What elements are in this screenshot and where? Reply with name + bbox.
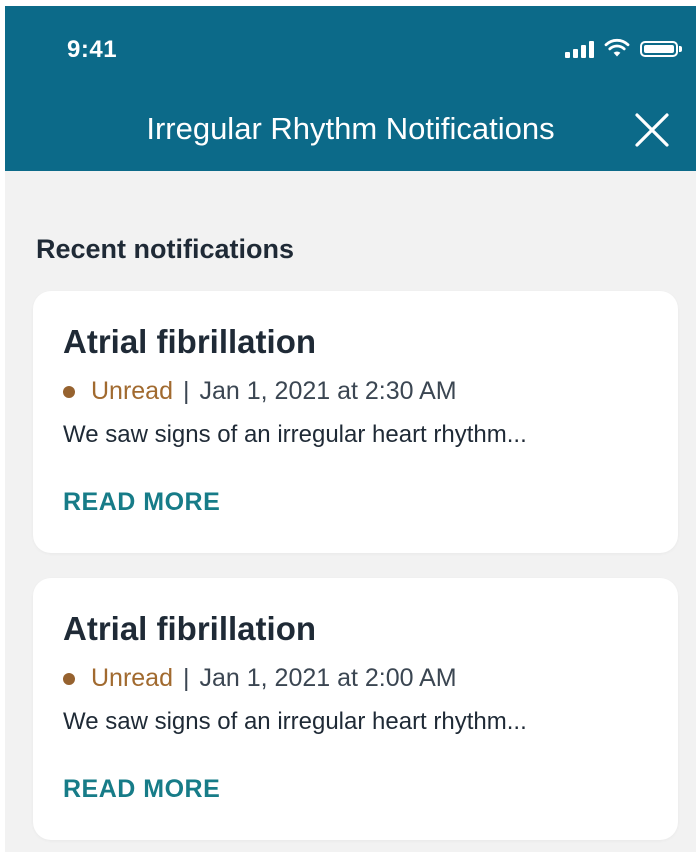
wifi-icon: [604, 38, 630, 57]
unread-status: Unread: [91, 664, 173, 692]
notification-timestamp: Jan 1, 2021 at 2:30 AM: [199, 377, 457, 405]
page-title: Irregular Rhythm Notifications: [146, 111, 555, 146]
app-screen: 9:41 Irregular Rhythm Notifications Rece…: [5, 6, 696, 852]
notification-timestamp: Jan 1, 2021 at 2:00 AM: [199, 664, 457, 692]
notification-title: Atrial fibrillation: [63, 610, 317, 647]
notification-preview: We saw signs of an irregular heart rhyth…: [63, 421, 527, 448]
unread-dot-icon: [63, 672, 75, 685]
notification-title: Atrial fibrillation: [63, 323, 317, 360]
notification-meta: Unread | Jan 1, 2021 at 2:00 AM: [63, 664, 457, 693]
read-more-link[interactable]: READ MORE: [63, 488, 220, 517]
status-icons: [565, 38, 682, 58]
meta-separator: |: [183, 664, 190, 692]
notification-meta: Unread | Jan 1, 2021 at 2:30 AM: [63, 377, 457, 406]
section-title: Recent notifications: [36, 234, 295, 264]
read-more-link[interactable]: READ MORE: [63, 775, 220, 804]
battery-icon: [640, 41, 682, 57]
close-button[interactable]: [630, 108, 674, 152]
cellular-signal-icon: [565, 40, 594, 58]
close-icon: [635, 113, 669, 147]
notification-preview: We saw signs of an irregular heart rhyth…: [63, 708, 527, 735]
notification-card[interactable]: Atrial fibrillation Unread | Jan 1, 2021…: [33, 578, 678, 840]
app-header: 9:41 Irregular Rhythm Notifications: [5, 6, 696, 171]
notification-card[interactable]: Atrial fibrillation Unread | Jan 1, 2021…: [33, 291, 678, 553]
meta-separator: |: [183, 377, 190, 405]
unread-status: Unread: [91, 377, 173, 405]
status-time: 9:41: [67, 36, 118, 63]
unread-dot-icon: [63, 385, 75, 398]
